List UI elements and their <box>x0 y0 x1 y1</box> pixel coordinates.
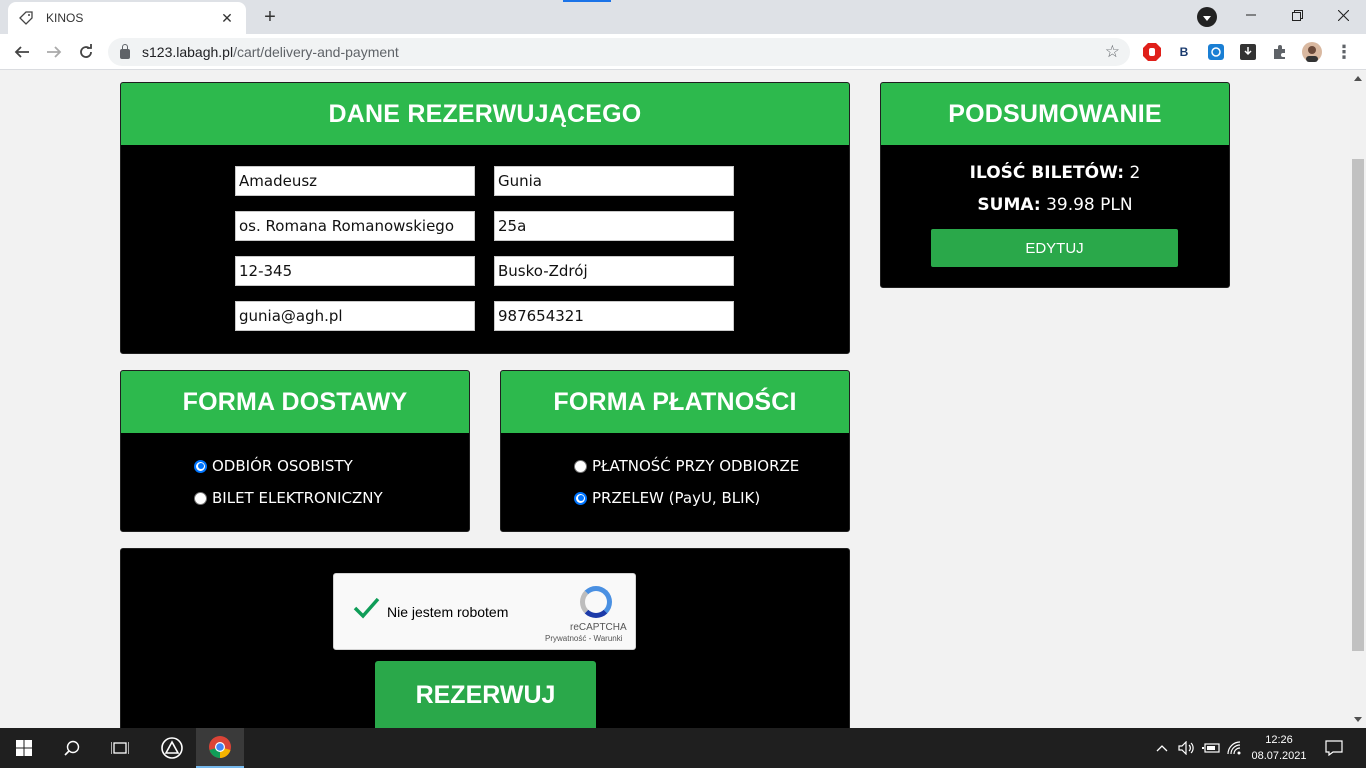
reservation-panel: DANE REZERWUJĄCEGO Amadeusz Gunia os. Ro… <box>120 82 850 354</box>
ticket-count-value: 2 <box>1129 163 1141 183</box>
browser-toolbar: s123.labagh.pl/cart/delivery-and-payment… <box>0 34 1366 70</box>
phone-field[interactable]: 987654321 <box>494 301 734 331</box>
search-icon[interactable] <box>48 728 96 768</box>
delivery-eticket-label: BILET ELEKTRONICZNY <box>212 489 383 507</box>
recaptcha-links[interactable]: Prywatność - Warunki <box>545 634 623 643</box>
page-viewport: DANE REZERWUJĄCEGO Amadeusz Gunia os. Ro… <box>0 71 1350 728</box>
volume-icon[interactable] <box>1176 728 1198 768</box>
delivery-title: FORMA DOSTAWY <box>121 371 469 433</box>
windows-start-icon[interactable] <box>0 728 48 768</box>
clock-date: 08.07.2021 <box>1251 750 1307 762</box>
captcha-label: Nie jestem robotem <box>387 604 509 620</box>
house-number-field[interactable]: 25a <box>494 211 734 241</box>
new-tab-button[interactable]: + <box>256 5 284 29</box>
task-view-icon[interactable] <box>96 728 144 768</box>
minimize-icon[interactable] <box>1228 0 1274 30</box>
close-tab-icon[interactable]: ✕ <box>218 9 236 27</box>
summary-title: PODSUMOWANIE <box>881 83 1229 145</box>
tab-search-icon[interactable] <box>1197 7 1217 27</box>
address-bar[interactable]: s123.labagh.pl/cart/delivery-and-payment… <box>108 38 1130 66</box>
network-icon[interactable] <box>1224 728 1246 768</box>
delivery-pickup-label: ODBIÓR OSOBISTY <box>212 457 353 475</box>
adblock-icon[interactable] <box>1142 42 1162 62</box>
tag-icon <box>18 10 34 26</box>
app-triangle-icon[interactable] <box>148 728 196 768</box>
back-icon[interactable] <box>8 38 36 66</box>
delivery-pickup-radio[interactable] <box>194 459 207 473</box>
reload-icon[interactable] <box>72 38 100 66</box>
b-extension-icon[interactable]: B <box>1174 42 1194 62</box>
reservation-title: DANE REZERWUJĄCEGO <box>121 83 849 145</box>
extensions-puzzle-icon[interactable] <box>1270 42 1290 62</box>
clock-time: 12:26 <box>1265 734 1293 746</box>
edit-button[interactable]: EDYTUJ <box>931 229 1178 267</box>
recaptcha-logo-icon <box>580 586 612 618</box>
bookmark-star-icon[interactable]: ☆ <box>1105 42 1120 62</box>
battery-icon[interactable] <box>1200 728 1222 768</box>
chrome-taskbar-icon[interactable] <box>196 728 244 768</box>
payment-on-pickup-radio[interactable] <box>574 459 587 473</box>
sync-extension-icon[interactable] <box>1206 42 1226 62</box>
profile-avatar[interactable] <box>1302 42 1322 62</box>
total-sum-label: SUMA: <box>977 195 1041 215</box>
total-sum: SUMA: 39.98 PLN <box>881 195 1229 215</box>
confirm-panel: Nie jestem robotem reCAPTCHA Prywatność … <box>120 548 850 728</box>
city-field[interactable]: Busko-Zdrój <box>494 256 734 286</box>
payment-option-on-pickup[interactable]: PŁATNOŚĆ PRZY ODBIORZE <box>574 457 799 475</box>
restore-icon[interactable] <box>1274 0 1320 30</box>
tab-title: KINOS <box>46 11 84 25</box>
payment-transfer-label: PRZELEW (PayU, BLIK) <box>592 489 761 507</box>
tab-kinos[interactable]: KINOS ✕ <box>8 2 246 34</box>
scroll-down-icon[interactable] <box>1354 717 1362 722</box>
total-sum-value: 39.98 PLN <box>1046 195 1133 215</box>
windows-taskbar: 12:26 08.07.2021 <box>0 728 1366 768</box>
scroll-thumb[interactable] <box>1352 159 1364 651</box>
payment-title: FORMA PŁATNOŚCI <box>501 371 849 433</box>
first-name-field[interactable]: Amadeusz <box>235 166 475 196</box>
download-extension-icon[interactable] <box>1238 42 1258 62</box>
payment-panel: FORMA PŁATNOŚCI PŁATNOŚĆ PRZY ODBIORZE P… <box>500 370 850 532</box>
delivery-option-eticket[interactable]: BILET ELEKTRONICZNY <box>194 489 383 507</box>
taskbar-clock[interactable]: 12:26 08.07.2021 <box>1246 732 1312 764</box>
scroll-up-icon[interactable] <box>1354 76 1362 81</box>
email-field[interactable]: gunia@agh.pl <box>235 301 475 331</box>
close-window-icon[interactable] <box>1320 0 1366 30</box>
tab-accent <box>563 0 611 2</box>
page-scrollbar[interactable] <box>1350 71 1366 728</box>
recaptcha-widget[interactable]: Nie jestem robotem reCAPTCHA Prywatność … <box>333 573 636 650</box>
notifications-icon[interactable] <box>1320 728 1348 768</box>
postal-code-field[interactable]: 12-345 <box>235 256 475 286</box>
ticket-count: ILOŚĆ BILETÓW: 2 <box>881 163 1229 183</box>
payment-transfer-radio[interactable] <box>574 491 587 505</box>
menu-kebab-icon[interactable]: ⋮ <box>1334 42 1354 62</box>
forward-icon[interactable] <box>40 38 68 66</box>
payment-option-transfer[interactable]: PRZELEW (PayU, BLIK) <box>574 489 760 507</box>
tray-chevron-icon[interactable] <box>1154 728 1170 768</box>
checkmark-icon[interactable] <box>352 594 380 622</box>
last-name-field[interactable]: Gunia <box>494 166 734 196</box>
street-field[interactable]: os. Romana Romanowskiego <box>235 211 475 241</box>
delivery-panel: FORMA DOSTAWY ODBIÓR OSOBISTY BILET ELEK… <box>120 370 470 532</box>
summary-panel: PODSUMOWANIE ILOŚĆ BILETÓW: 2 SUMA: 39.9… <box>880 82 1230 288</box>
ticket-count-label: ILOŚĆ BILETÓW: <box>969 163 1125 183</box>
recaptcha-brand: reCAPTCHA <box>570 622 627 633</box>
tab-strip: KINOS ✕ + <box>0 0 1366 34</box>
payment-on-pickup-label: PŁATNOŚĆ PRZY ODBIORZE <box>592 457 800 475</box>
delivery-option-pickup[interactable]: ODBIÓR OSOBISTY <box>194 457 353 475</box>
lock-icon <box>120 44 130 59</box>
reserve-button[interactable]: REZERWUJ <box>375 661 596 728</box>
url-path: /cart/delivery-and-payment <box>233 44 399 60</box>
delivery-eticket-radio[interactable] <box>194 491 207 505</box>
url-host: s123.labagh.pl <box>142 44 234 60</box>
